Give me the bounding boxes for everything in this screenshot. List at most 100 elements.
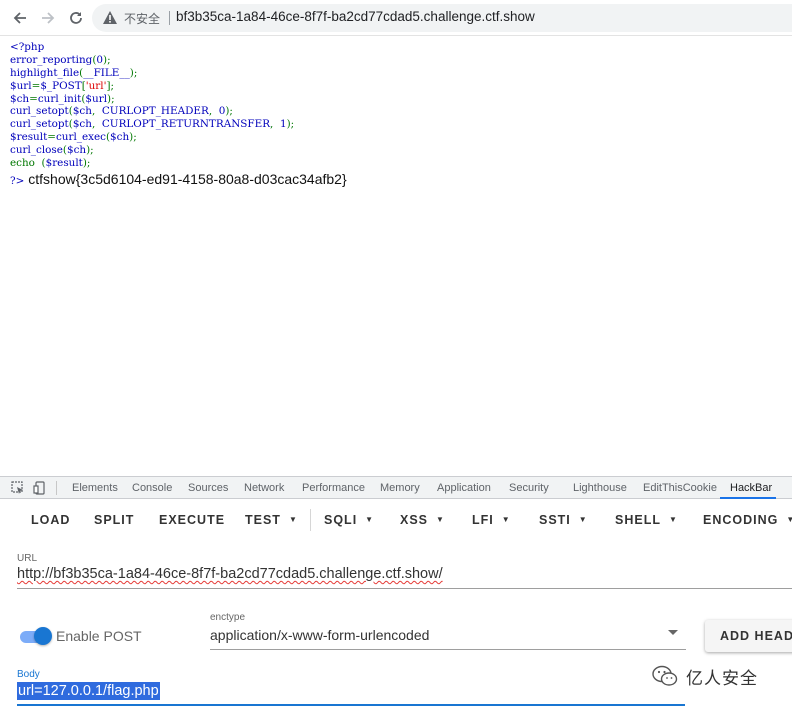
code-token: $url — [10, 79, 32, 92]
omnibox-divider — [169, 11, 170, 25]
body-input-underline — [17, 704, 685, 706]
tabbar-divider — [56, 481, 57, 495]
caret-down-icon: ▼ — [668, 515, 678, 524]
code-token: curl_setopt — [10, 118, 69, 131]
code-token: CURLOPT_HEADER — [101, 105, 209, 118]
forward-button[interactable] — [38, 8, 58, 28]
tab-hackbar[interactable]: HackBar — [730, 482, 772, 494]
caret-down-icon: ▼ — [436, 515, 445, 524]
code-token: $ch — [110, 131, 130, 144]
code-token: __FILE__ — [83, 66, 130, 79]
code-line: error_reporting(0); — [10, 54, 294, 67]
tab-lighthouse[interactable]: Lighthouse — [573, 482, 627, 494]
enctype-underline — [210, 649, 686, 650]
code-token: $result — [45, 157, 83, 170]
code-token: $ch — [72, 118, 92, 131]
split-button[interactable]: SPLIT — [94, 513, 134, 527]
enable-post-label: Enable POST — [56, 628, 142, 644]
code-line: echo ($result); — [10, 157, 294, 170]
code-token: ); — [286, 118, 295, 131]
add-header-button[interactable]: ADD HEADER — [705, 620, 792, 652]
tab-application[interactable]: Application — [437, 482, 491, 494]
caret-down-icon: ▼ — [365, 515, 375, 524]
encoding-menu-button[interactable]: ENCODING ▼ — [703, 513, 792, 527]
code-token: curl_exec — [55, 131, 106, 144]
xss-menu-button[interactable]: XSS ▼ — [400, 513, 445, 527]
address-bar[interactable]: 不安全 bf3b35ca-1a84-46ce-8f7f-ba2cd77cdad5… — [92, 4, 792, 32]
lfi-menu-button[interactable]: LFI ▼ — [472, 513, 511, 527]
code-token: highlight_file — [10, 66, 80, 79]
body-input[interactable]: url=127.0.0.1/flag.php — [17, 682, 160, 700]
url-input-underline — [17, 588, 792, 589]
php-close-tag: ?> — [10, 175, 25, 187]
caret-down-icon: ▼ — [501, 515, 511, 524]
warning-icon — [103, 11, 117, 24]
code-token: ]; — [106, 79, 115, 92]
code-token: ); — [86, 144, 94, 157]
tab-memory[interactable]: Memory — [380, 482, 420, 494]
code-line: <?php — [10, 41, 294, 54]
tab-elements[interactable]: Elements — [72, 482, 118, 494]
wechat-icon — [652, 665, 678, 686]
tab-editthiscookie[interactable]: EditThisCookie — [643, 482, 717, 494]
code-line: $url=$_POST['url']; — [10, 80, 294, 93]
code-token: = — [31, 79, 41, 92]
code-token: , — [91, 105, 102, 118]
code-token: $_POST — [40, 79, 82, 92]
source-code: <?php error_reporting(0); highlight_file(_… — [10, 41, 294, 170]
shell-menu-button[interactable]: SHELL ▼ — [615, 513, 678, 527]
inspect-icon[interactable] — [11, 481, 25, 495]
tab-console[interactable]: Console — [132, 482, 172, 494]
code-token: = — [29, 92, 38, 105]
code-token: curl_init — [37, 92, 82, 105]
tab-security[interactable]: Security — [509, 482, 549, 494]
code-token: ); — [107, 92, 115, 105]
reload-button[interactable] — [66, 8, 86, 28]
code-token: ); — [82, 157, 91, 170]
device-toggle-icon[interactable] — [33, 481, 47, 495]
url-input[interactable]: http://bf3b35ca-1a84-46ce-8f7f-ba2cd77cd… — [17, 566, 443, 582]
code-token: curl_setopt — [10, 105, 69, 118]
sqli-menu-button[interactable]: SQLI ▼ — [324, 513, 374, 527]
code-token: , — [91, 118, 102, 131]
enable-post-toggle-knob[interactable] — [34, 627, 52, 645]
code-token: $ch — [66, 144, 87, 157]
code-line: curl_close($ch); — [10, 144, 294, 157]
code-line: highlight_file(__FILE__); — [10, 67, 294, 80]
reload-icon — [70, 12, 82, 24]
code-token: ); — [129, 66, 138, 79]
test-menu-button[interactable]: TEST ▼ — [245, 513, 298, 527]
tab-performance[interactable]: Performance — [302, 482, 365, 494]
code-token: echo — [10, 157, 39, 170]
code-token: ); — [225, 105, 233, 118]
output-line: ?> ctfshow{3c5d6104-ed91-4158-80a8-d03cac… — [10, 171, 347, 187]
code-token: CURLOPT_RETURNTRANSFER — [101, 118, 271, 131]
url-label: URL — [17, 553, 38, 564]
execute-button[interactable]: EXECUTE — [159, 513, 225, 527]
tab-sources[interactable]: Sources — [188, 482, 228, 494]
code-token: , — [208, 105, 219, 118]
code-token: <?php — [10, 41, 45, 53]
code-token: 1 — [279, 118, 287, 131]
ssti-menu-button[interactable]: SSTI ▼ — [539, 513, 588, 527]
back-button[interactable] — [10, 8, 30, 28]
code-token: ); — [129, 131, 137, 144]
code-token: $url — [85, 92, 108, 105]
hackbar-toolbar: LOAD SPLIT EXECUTE TEST ▼ SQLI ▼ XSS ▼ LFI ▼… — [0, 499, 792, 541]
code-token: $ch — [72, 105, 92, 118]
watermark: 亿人安全 — [652, 662, 792, 690]
code-token: 'url' — [85, 79, 107, 92]
dropdown-arrow-icon[interactable] — [668, 630, 678, 635]
code-token: $ch — [10, 92, 30, 105]
flag-output: ctfshow{3c5d6104-ed91-4158-80a8-d03cac34… — [28, 171, 347, 187]
address-text[interactable]: bf3b35ca-1a84-46ce-8f7f-ba2cd77cdad5.cha… — [176, 9, 535, 24]
arrow-right-icon — [42, 12, 55, 24]
caret-down-icon: ▼ — [578, 515, 588, 524]
tab-network[interactable]: Network — [244, 482, 284, 494]
load-button[interactable]: LOAD — [31, 513, 70, 527]
body-label: Body — [17, 669, 40, 680]
code-token: error_reporting — [10, 53, 93, 66]
devtools-tabbar: Elements Console Sources Network Perform… — [0, 477, 792, 499]
security-label[interactable]: 不安全 — [124, 10, 160, 27]
enctype-select[interactable]: application/x-www-form-urlencoded — [210, 627, 429, 643]
